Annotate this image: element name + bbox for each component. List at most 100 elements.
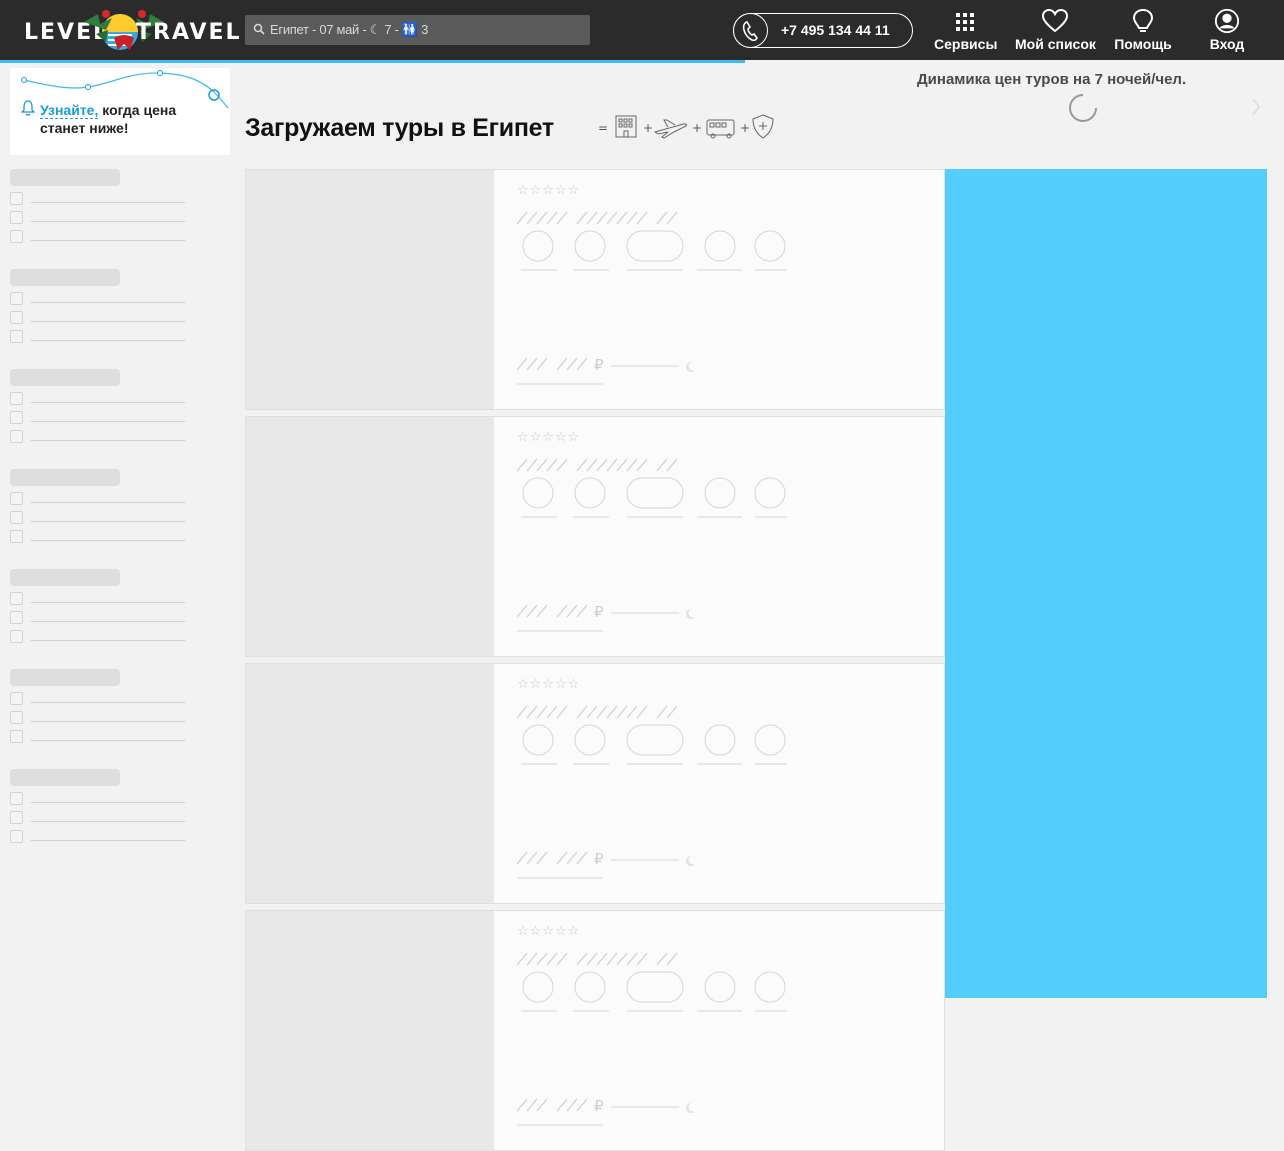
checkbox[interactable] <box>10 192 23 205</box>
logo[interactable]: LEVEL TRAVEL <box>24 8 240 52</box>
filter-heading-placeholder <box>10 569 120 586</box>
option-label-placeholder <box>31 840 185 841</box>
option-label-placeholder <box>31 440 185 441</box>
search-summary-input[interactable]: Египет - 07 май - ☾ 7 - 🚻 3 <box>245 15 590 45</box>
filter-group-placeholder <box>10 369 190 443</box>
filter-group-placeholder <box>10 669 190 743</box>
svg-text:₽: ₽ <box>594 850 604 868</box>
filter-option-placeholder <box>10 786 190 805</box>
filter-option-placeholder <box>10 186 190 205</box>
option-label-placeholder <box>31 321 185 322</box>
logo-text-right: TRAVEL <box>136 20 242 45</box>
hotel-photo-placeholder <box>246 417 494 656</box>
rating-stars-icon: ☆☆☆☆☆ <box>517 430 581 445</box>
nav-login-label: Вход <box>1209 36 1245 52</box>
filter-option-placeholder <box>10 305 190 324</box>
hotel-icon <box>615 115 637 138</box>
checkbox[interactable] <box>10 511 23 524</box>
checkbox[interactable] <box>10 430 23 443</box>
checkbox[interactable] <box>10 211 23 224</box>
tour-card-placeholder: ☆☆☆☆☆ ₽ <box>245 663 945 904</box>
price-alert-link[interactable]: Узнайте, <box>40 102 99 119</box>
checkbox[interactable] <box>10 492 23 505</box>
checkbox[interactable] <box>10 830 23 843</box>
tour-components: = + + + <box>598 114 774 139</box>
tour-card-placeholder: ☆☆☆☆☆ ₽ <box>245 169 945 410</box>
checkbox[interactable] <box>10 592 23 605</box>
amenities-placeholder <box>517 230 797 285</box>
heart-icon <box>1041 8 1069 33</box>
checkbox[interactable] <box>10 792 23 805</box>
search-summary-text: Египет - 07 май - ☾ 7 - 🚻 3 <box>270 22 429 37</box>
filter-option-placeholder <box>10 286 190 305</box>
filter-option-placeholder <box>10 724 190 743</box>
option-label-placeholder <box>31 340 185 341</box>
amenities-placeholder <box>517 971 797 1026</box>
checkbox[interactable] <box>10 230 23 243</box>
price-alert-text: Узнайте, когда цена станет ниже! <box>40 101 220 137</box>
map-panel[interactable] <box>945 169 1267 998</box>
option-label-placeholder <box>31 302 185 303</box>
option-label-placeholder <box>31 802 185 803</box>
option-label-placeholder <box>31 402 185 403</box>
nav-login[interactable]: Вход <box>1203 8 1251 54</box>
phone-button[interactable]: +7 495 134 44 11 <box>733 13 913 48</box>
nav-favorites[interactable]: Мой список <box>1015 8 1096 54</box>
hotel-name-placeholder <box>516 210 687 231</box>
nav-favorites-label: Мой список <box>1015 36 1096 52</box>
rating-stars-icon: ☆☆☆☆☆ <box>517 924 581 939</box>
nav-services[interactable]: Сервисы <box>934 8 998 54</box>
filter-option-placeholder <box>10 624 190 643</box>
filter-option-placeholder <box>10 605 190 624</box>
filter-option-placeholder <box>10 824 190 843</box>
checkbox[interactable] <box>10 692 23 705</box>
nav-services-label: Сервисы <box>934 36 998 52</box>
filter-heading-placeholder <box>10 769 120 786</box>
option-label-placeholder <box>31 702 185 703</box>
checkbox[interactable] <box>10 711 23 724</box>
checkbox[interactable] <box>10 330 23 343</box>
bell-icon <box>21 100 35 116</box>
price-dynamics-title: Динамика цен туров на 7 ночей/чел. <box>917 71 1187 88</box>
checkbox[interactable] <box>10 392 23 405</box>
checkbox[interactable] <box>10 611 23 624</box>
amenities-placeholder <box>517 477 797 532</box>
filter-group-placeholder <box>10 569 190 643</box>
logo-sun-icon <box>102 14 138 50</box>
logo-text-left: LEVEL <box>24 20 110 45</box>
checkbox[interactable] <box>10 730 23 743</box>
chevron-right-icon[interactable] <box>1251 97 1261 117</box>
svg-text:+: + <box>740 121 750 135</box>
checkbox[interactable] <box>10 411 23 424</box>
svg-text:₽: ₽ <box>594 603 604 621</box>
tour-card-placeholder: ☆☆☆☆☆ ₽ <box>245 910 945 1151</box>
page-title: Загружаем туры в Египет <box>245 114 554 142</box>
hotel-photo-placeholder <box>246 911 494 1150</box>
search-icon <box>253 23 265 35</box>
nav-help[interactable]: Помощь <box>1113 8 1173 54</box>
checkbox[interactable] <box>10 530 23 543</box>
option-label-placeholder <box>31 740 185 741</box>
filter-option-placeholder <box>10 205 190 224</box>
grid-icon <box>956 13 974 31</box>
checkbox[interactable] <box>10 811 23 824</box>
svg-text:=: = <box>598 121 608 135</box>
hotel-photo-placeholder <box>246 664 494 903</box>
rating-stars-icon: ☆☆☆☆☆ <box>517 183 581 198</box>
option-label-placeholder <box>31 421 185 422</box>
filter-option-placeholder <box>10 405 190 424</box>
checkbox[interactable] <box>10 311 23 324</box>
insurance-icon <box>752 114 774 139</box>
help-bulb-icon <box>1132 8 1154 32</box>
price-alert-card[interactable]: Узнайте, когда цена станет ниже! <box>10 68 230 155</box>
checkbox[interactable] <box>10 630 23 643</box>
checkbox[interactable] <box>10 292 23 305</box>
option-label-placeholder <box>31 202 185 203</box>
filter-heading-placeholder <box>10 469 120 486</box>
svg-text:₽: ₽ <box>594 356 604 374</box>
tour-card-placeholder: ☆☆☆☆☆ ₽ <box>245 416 945 657</box>
filter-option-placeholder <box>10 805 190 824</box>
hotel-name-placeholder <box>516 951 687 972</box>
price-placeholder: ₽ <box>516 1097 707 1132</box>
filter-option-placeholder <box>10 486 190 505</box>
